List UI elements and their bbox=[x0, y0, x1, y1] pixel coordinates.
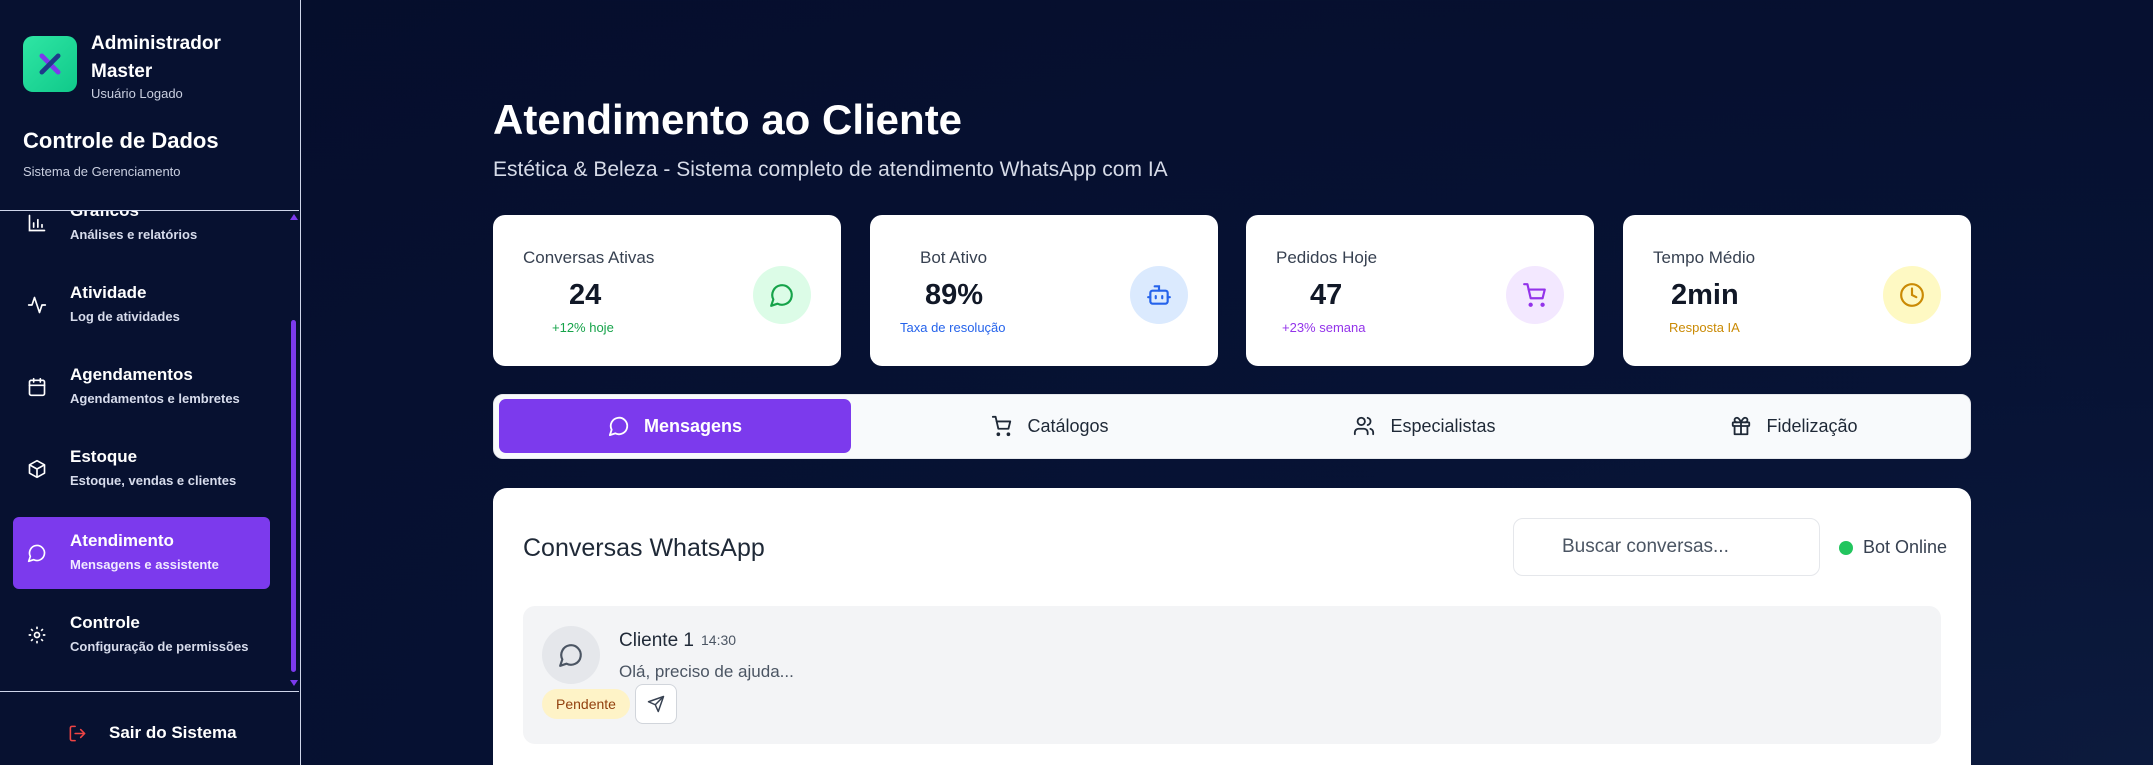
sidebar-item-label: Agendamentos bbox=[70, 365, 193, 384]
page-title: Atendimento ao Cliente bbox=[493, 96, 963, 143]
sidebar: Administrador Master Usuário Logado Cont… bbox=[0, 0, 301, 765]
panel-title: Conversas WhatsApp bbox=[523, 534, 765, 562]
gift-icon bbox=[1732, 416, 1751, 436]
sidebar-item-label: Gráficos bbox=[70, 211, 139, 221]
stat-card-pedidos: Pedidos Hoje 47 +23% semana bbox=[1246, 215, 1594, 366]
sidebar-item-desc: Mensagens e assistente bbox=[70, 557, 219, 572]
stat-label: Bot Ativo bbox=[920, 248, 988, 267]
logout-button[interactable]: Sair do Sistema bbox=[68, 723, 237, 743]
sidebar-item-atividade[interactable]: Atividade Log de atividades bbox=[13, 269, 270, 341]
conversation-message: Olá, preciso de ajuda... bbox=[619, 662, 794, 681]
send-icon bbox=[647, 695, 665, 713]
stat-card-bot: Bot Ativo 89% Taxa de resolução bbox=[870, 215, 1218, 366]
tab-mensagens[interactable]: Mensagens bbox=[499, 399, 851, 453]
tab-fidelizacao[interactable]: Fidelização bbox=[1618, 399, 1970, 453]
bot-status: Bot Online bbox=[1839, 537, 1947, 558]
stat-card-tempo: Tempo Médio 2min Resposta IA bbox=[1623, 215, 1971, 366]
activity-icon bbox=[27, 296, 47, 314]
sidebar-item-desc: Configuração de permissões bbox=[70, 639, 249, 654]
avatar bbox=[542, 626, 600, 684]
page-subtitle: Estética & Beleza - Sistema completo de … bbox=[493, 158, 1168, 181]
scroll-down-arrow[interactable] bbox=[290, 680, 298, 686]
search-input[interactable] bbox=[1513, 518, 1820, 576]
stat-icon bbox=[1883, 266, 1941, 324]
sidebar-nav: Gráficos Análises e relatórios Atividade… bbox=[0, 211, 299, 691]
stat-label: Tempo Médio bbox=[1653, 248, 1756, 267]
logo-x-icon bbox=[39, 53, 61, 75]
scroll-up-arrow[interactable] bbox=[290, 214, 298, 220]
user-profile: Administrador Master Usuário Logado bbox=[23, 33, 241, 101]
sidebar-item-desc: Análises e relatórios bbox=[70, 227, 198, 242]
cart-icon bbox=[1523, 283, 1546, 307]
tab-label: Mensagens bbox=[643, 415, 743, 436]
stat-value: 47 bbox=[1310, 279, 1343, 311]
stat-note: Taxa de resolução bbox=[900, 320, 1006, 335]
sidebar-item-label: Atendimento bbox=[70, 531, 174, 550]
calendar-icon bbox=[28, 377, 46, 397]
send-button[interactable] bbox=[635, 684, 677, 724]
sidebar-item-desc: Agendamentos e lembretes bbox=[70, 391, 240, 406]
sidebar-scrollbar[interactable] bbox=[290, 214, 298, 686]
conversation-name: Cliente 1 bbox=[619, 630, 694, 651]
cart-icon bbox=[992, 415, 1012, 437]
logout-icon bbox=[69, 725, 86, 741]
stat-value: 89% bbox=[925, 279, 984, 311]
sidebar-item-desc: Log de atividades bbox=[70, 309, 180, 324]
tab-label: Catálogos bbox=[1027, 415, 1109, 436]
stat-value: 2min bbox=[1671, 279, 1739, 311]
sidebar-item-desc: Estoque, vendas e clientes bbox=[70, 473, 237, 488]
tab-catalogos[interactable]: Catálogos bbox=[874, 399, 1226, 453]
chat-icon bbox=[27, 544, 46, 563]
stat-icon bbox=[1506, 266, 1564, 324]
chat-icon bbox=[770, 284, 793, 307]
sidebar-item-estoque[interactable]: Estoque Estoque, vendas e clientes bbox=[13, 433, 270, 505]
stat-note: Resposta IA bbox=[1669, 320, 1740, 335]
app-title: Controle de Dados bbox=[23, 128, 219, 153]
stat-value: 24 bbox=[569, 279, 602, 311]
stat-label: Pedidos Hoje bbox=[1276, 248, 1378, 267]
users-icon bbox=[1354, 416, 1375, 436]
sidebar-item-atendimento[interactable]: Atendimento Mensagens e assistente bbox=[13, 517, 270, 589]
stat-label: Conversas Ativas bbox=[523, 248, 655, 267]
stat-note: +12% hoje bbox=[552, 320, 614, 335]
app-logo bbox=[23, 36, 77, 92]
tab-label: Especialistas bbox=[1390, 415, 1496, 436]
bot-status-label: Bot Online bbox=[1863, 537, 1948, 557]
logout-label: Sair do Sistema bbox=[109, 723, 237, 742]
online-status-dot bbox=[1839, 540, 1853, 555]
user-name: Administrador Master bbox=[91, 33, 221, 82]
sidebar-item-controle[interactable]: Controle Configuração de permissões bbox=[13, 599, 270, 671]
stat-icon bbox=[753, 266, 811, 324]
chat-icon bbox=[608, 416, 629, 437]
sidebar-item-graficos[interactable]: Gráficos Análises e relatórios bbox=[13, 211, 270, 259]
divider bbox=[0, 691, 299, 692]
stat-card-conversas: Conversas Ativas 24 +12% hoje bbox=[493, 215, 841, 366]
sidebar-item-agendamentos[interactable]: Agendamentos Agendamentos e lembretes bbox=[13, 351, 270, 423]
chat-icon bbox=[559, 644, 582, 667]
tab-label: Fidelização bbox=[1766, 415, 1858, 436]
package-icon bbox=[28, 459, 46, 479]
robot-icon bbox=[1147, 285, 1171, 305]
sidebar-item-label: Atividade bbox=[70, 283, 147, 302]
sidebar-item-label: Controle bbox=[70, 613, 140, 632]
stat-note: +23% semana bbox=[1282, 320, 1366, 335]
tab-especialistas[interactable]: Especialistas bbox=[1248, 399, 1600, 453]
gear-icon bbox=[28, 626, 46, 644]
conversation-time: 14:30 bbox=[701, 632, 737, 648]
clock-icon bbox=[1900, 283, 1924, 307]
tab-bar: Mensagens Catálogos Especialistas Fideli… bbox=[493, 394, 1971, 459]
scroll-thumb[interactable] bbox=[291, 320, 296, 672]
app-subtitle: Sistema de Gerenciamento bbox=[23, 164, 181, 179]
conversation-item[interactable]: Cliente 1 14:30 Olá, preciso de ajuda...… bbox=[523, 606, 1941, 744]
bar-chart-icon bbox=[28, 214, 46, 232]
conversations-panel: Conversas WhatsApp Bot Online Cliente 1 … bbox=[493, 488, 1971, 765]
status-badge: Pendente bbox=[542, 689, 630, 719]
sidebar-item-label: Estoque bbox=[70, 447, 138, 466]
stat-icon bbox=[1130, 266, 1188, 324]
user-role: Usuário Logado bbox=[91, 86, 183, 101]
